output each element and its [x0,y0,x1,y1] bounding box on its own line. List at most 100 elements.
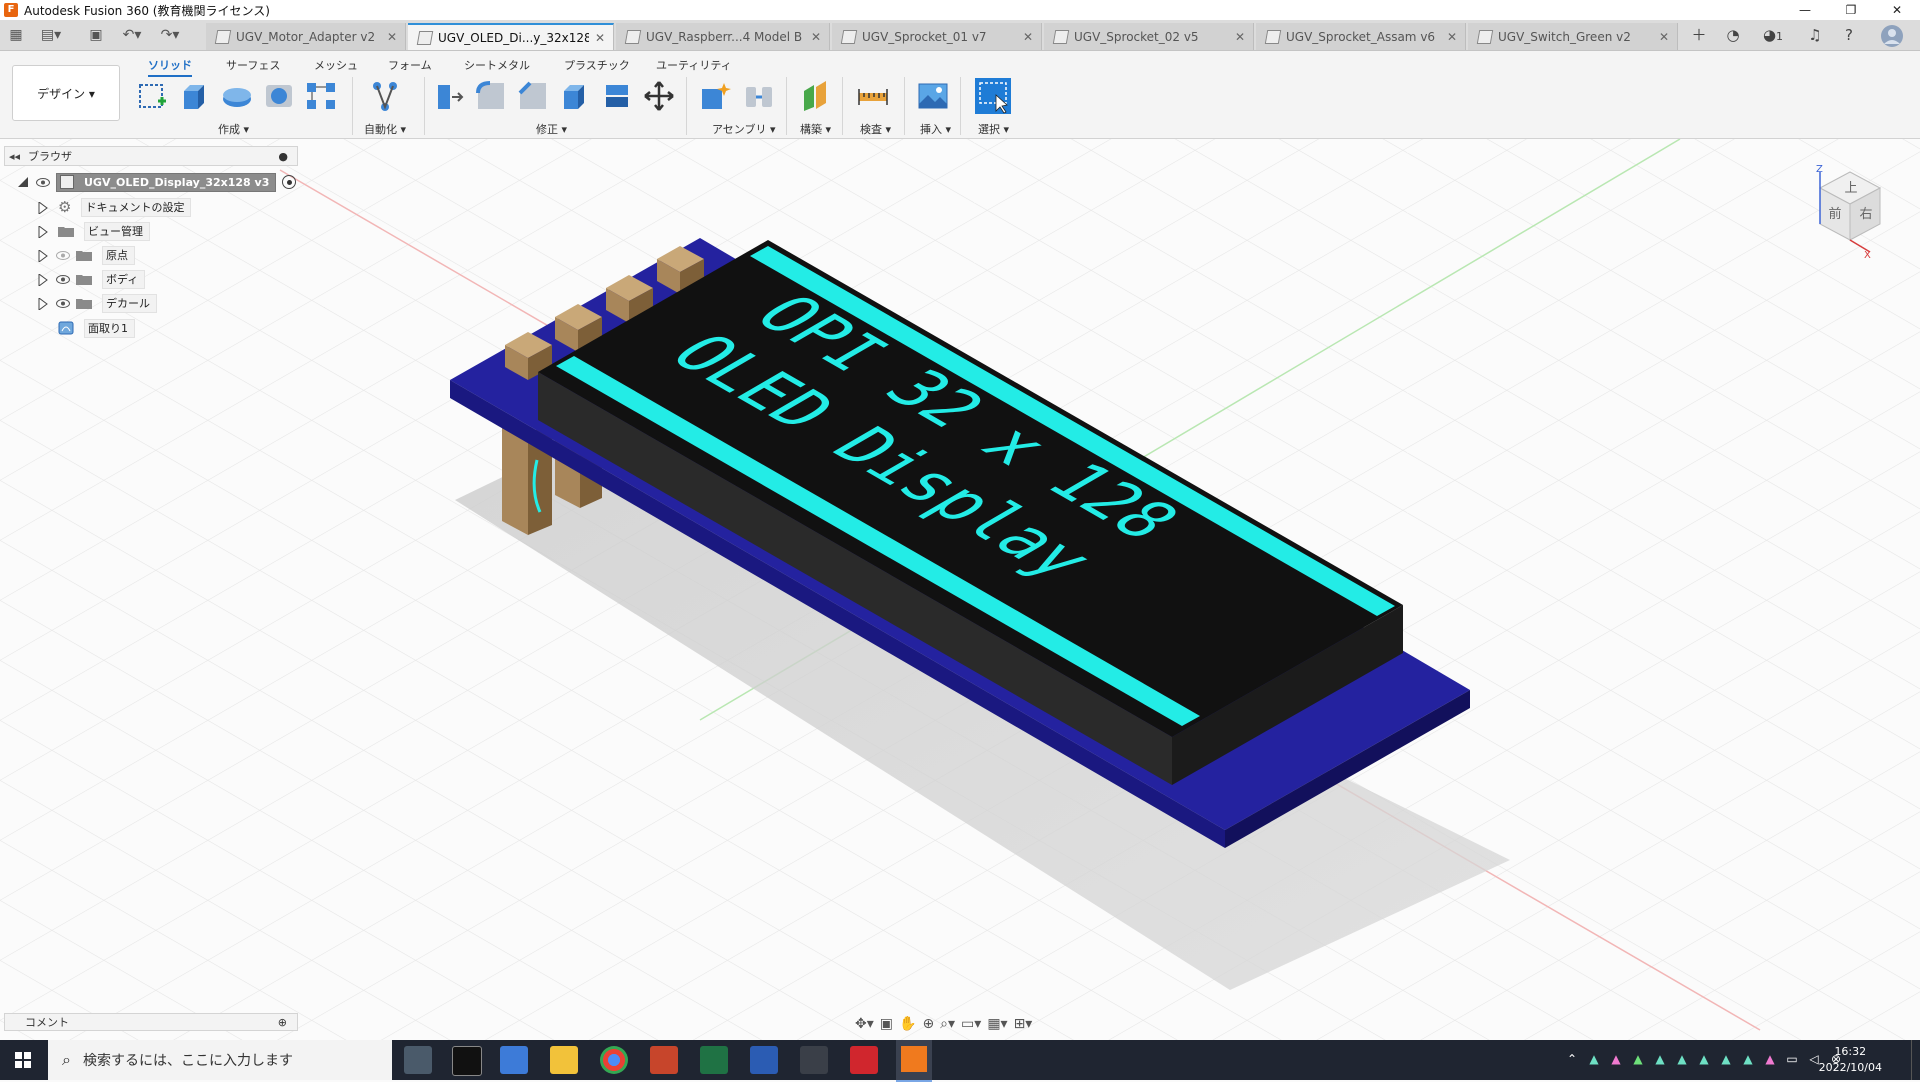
terminal-icon[interactable] [452,1046,482,1076]
tab-utility[interactable]: ユーティリティ [656,57,732,73]
tab-ugv-sprocket-assam[interactable]: UGV_Sprocket_Assam v6 ✕ [1256,23,1466,50]
help-icon[interactable]: ? [1838,25,1860,45]
tray-app-icon[interactable]: ▲ [1586,1052,1602,1068]
expand-triangle-icon[interactable] [38,297,48,311]
fusion360-taskbar-button[interactable] [896,1040,932,1082]
restore-button[interactable]: ❐ [1828,0,1874,20]
redo-icon[interactable]: ↷▾ [156,25,184,45]
root-component-label[interactable]: UGV_OLED_Display_32x128 v3 [56,172,277,192]
tree-item-document-settings[interactable]: ⚙ ドキュメントの設定 [38,197,192,217]
expand-triangle-icon[interactable] [38,273,48,287]
new-component-icon[interactable] [698,79,732,113]
notification-bell-icon[interactable]: ♫ [1804,25,1826,45]
visibility-eye-icon[interactable] [36,177,50,187]
tree-root[interactable]: UGV_OLED_Display_32x128 v3 [18,172,297,192]
tree-item-origin[interactable]: 原点 [38,245,135,265]
extrude-icon[interactable] [178,79,212,113]
press-pull-icon[interactable] [432,79,466,113]
tray-app-icon[interactable]: ▲ [1608,1052,1624,1068]
create-group-label[interactable]: 作成 ▾ [218,121,249,137]
tab-form[interactable]: フォーム [388,57,432,73]
activate-radio-icon[interactable] [282,175,297,189]
tray-app-icon[interactable]: ▲ [1718,1052,1734,1068]
pan-icon[interactable]: ✋ [899,1016,916,1032]
hole-icon[interactable] [262,79,296,113]
tab-plastic[interactable]: プラスチック [564,57,630,73]
measure-icon[interactable] [856,79,890,113]
split-body-icon[interactable] [600,79,634,113]
excel-icon[interactable] [700,1046,728,1074]
word-icon[interactable] [750,1046,778,1074]
system-app-icon[interactable] [404,1046,432,1074]
taskbar-clock[interactable]: 16:32 2022/10/04 [1819,1044,1882,1076]
tree-item-bodies[interactable]: ボディ [38,269,146,289]
joint-icon[interactable] [742,79,776,113]
select-group-label[interactable]: 選択 ▾ [978,121,1009,137]
workspace-selector[interactable]: デザイン ▾ [12,65,120,121]
chrome-icon[interactable] [600,1046,628,1074]
expand-triangle-icon[interactable] [38,225,48,239]
file-menu-icon[interactable]: ▤▾ [36,25,66,45]
select-icon[interactable] [974,77,1012,115]
game-app-icon[interactable] [800,1046,828,1074]
tab-ugv-sprocket-01[interactable]: UGV_Sprocket_01 v7 ✕ [832,23,1042,50]
visibility-eye-icon[interactable] [56,298,70,308]
comments-panel[interactable]: コメント ⊕ [4,1013,298,1031]
minimize-button[interactable]: — [1782,0,1828,20]
inspect-group-label[interactable]: 検査 ▾ [860,121,891,137]
close-icon[interactable]: ✕ [1023,30,1033,44]
close-button[interactable]: ✕ [1874,0,1920,20]
hidden-eye-icon[interactable] [56,250,70,260]
automate-icon[interactable] [368,79,402,113]
tree-item-chamfer[interactable]: 面取り1 [58,318,135,338]
viewports-icon[interactable]: ⊞▾ [1014,1016,1033,1032]
fit-icon[interactable]: ⌕▾ [940,1016,955,1032]
close-icon[interactable]: ✕ [387,30,397,44]
new-tab-icon[interactable]: ＋ [1688,25,1710,45]
modify-group-label[interactable]: 修正 ▾ [536,121,567,137]
tab-solid[interactable]: ソリッド [148,57,192,77]
tree-item-view-management[interactable]: ビュー管理 [38,221,150,241]
tray-app-icon[interactable]: ▲ [1740,1052,1756,1068]
close-icon[interactable]: ✕ [811,30,821,44]
network-icon[interactable]: ▭ [1784,1052,1800,1068]
close-icon[interactable]: ✕ [1235,30,1245,44]
taskbar-search-box[interactable]: ⌕ 検索するには、ここに入力します [48,1040,392,1080]
expand-triangle-icon[interactable] [38,201,48,215]
tab-sheet-metal[interactable]: シートメタル [464,57,530,73]
online-status-icon[interactable]: ◔ [1722,25,1744,45]
shell-icon[interactable] [558,79,592,113]
tray-app-icon[interactable]: ▲ [1696,1052,1712,1068]
close-icon[interactable]: ✕ [1659,30,1669,44]
fillet-icon[interactable] [474,79,508,113]
tab-ugv-raspberry[interactable]: UGV_Raspberr...4 Model B v7 ✕ [616,23,830,50]
file-explorer-icon[interactable] [550,1046,578,1074]
tab-ugv-motor-adapter[interactable]: UGV_Motor_Adapter v2 ✕ [206,23,406,50]
collapse-panel-icon[interactable]: ◂◂ [9,150,20,163]
look-at-icon[interactable]: ▣ [880,1016,893,1032]
tray-app-icon[interactable]: ▲ [1674,1052,1690,1068]
move-copy-icon[interactable] [642,79,676,113]
app-grid-icon[interactable]: ▦ [6,25,26,45]
offset-plane-icon[interactable] [798,79,832,113]
grid-settings-icon[interactable]: ▦▾ [987,1016,1007,1032]
user-avatar[interactable] [1878,25,1906,47]
tab-ugv-switch-green[interactable]: UGV_Switch_Green v2 ✕ [1468,23,1678,50]
show-desktop-button[interactable] [1911,1040,1920,1080]
tray-app-icon[interactable]: ▲ [1630,1052,1646,1068]
collapse-triangle-icon[interactable] [18,177,28,187]
undo-icon[interactable]: ↶▾ [118,25,146,45]
tab-ugv-sprocket-02[interactable]: UGV_Sprocket_02 v5 ✕ [1044,23,1254,50]
design-viewport[interactable]: OPI 32 x 128 OLED Display 上 前 右 Z X [0,139,1920,1040]
show-hidden-icons[interactable]: ⌃ [1564,1052,1580,1068]
app-icon[interactable] [500,1046,528,1074]
tab-ugv-oled-display[interactable]: UGV_OLED_Di...y_32x128 v3 ✕ [408,23,614,50]
orbit-icon[interactable]: ✥▾ [855,1016,874,1032]
revolve-icon[interactable] [220,79,254,113]
insert-image-icon[interactable] [916,79,950,113]
powerpoint-icon[interactable] [650,1046,678,1074]
automate-group-label[interactable]: 自動化 ▾ [364,121,406,137]
tray-app-icon[interactable]: ▲ [1652,1052,1668,1068]
display-settings-icon[interactable]: ▭▾ [961,1016,981,1032]
close-icon[interactable]: ✕ [1447,30,1457,44]
